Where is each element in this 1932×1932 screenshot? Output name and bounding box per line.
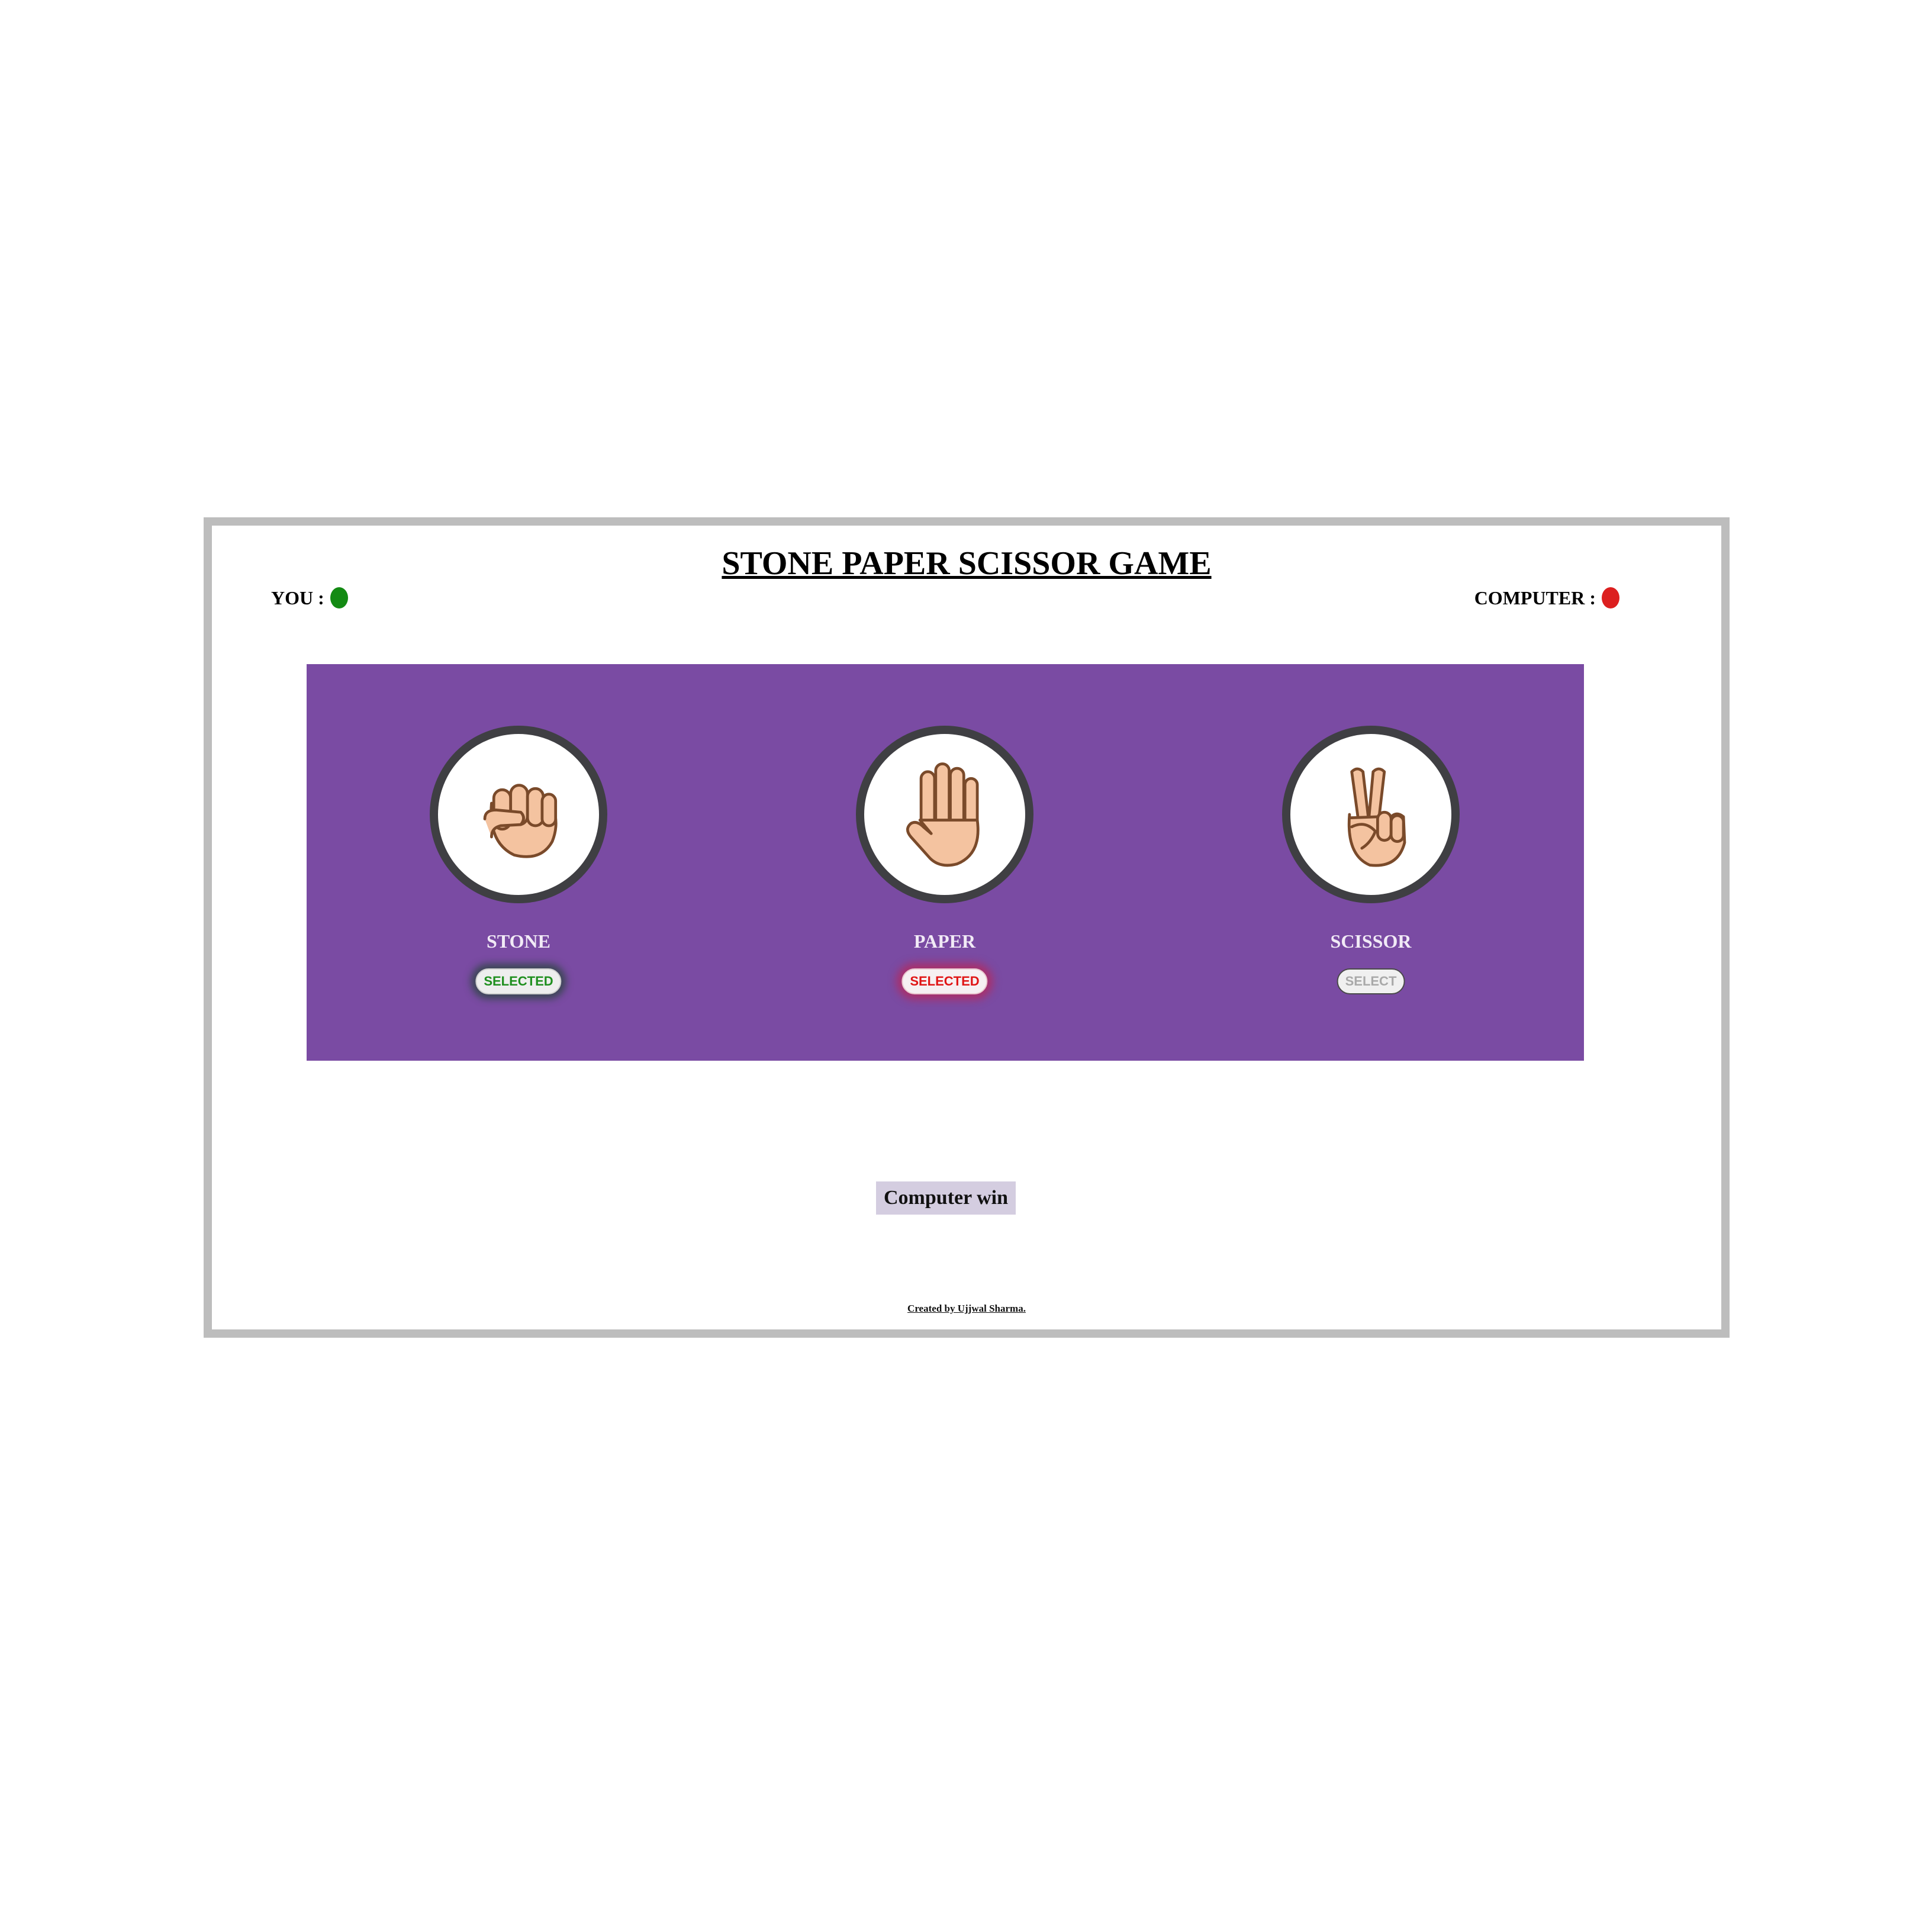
victory-hand-icon — [1347, 767, 1406, 867]
choice-stone: STONE SELECTED — [412, 664, 625, 1061]
result-message: Computer win — [876, 1181, 1016, 1215]
stone-option[interactable] — [430, 726, 607, 903]
choice-label-scissor: SCISSOR — [1330, 930, 1412, 952]
footer-credit: Created by Ujjwal Sharma. — [907, 1303, 1026, 1314]
choice-paper: PAPER SELECTED — [838, 664, 1051, 1061]
player-label: YOU : — [271, 587, 324, 608]
open-hand-icon — [906, 762, 980, 867]
computer-indicator-dot — [1602, 587, 1619, 608]
choice-label-stone: STONE — [487, 930, 550, 952]
stone-select-button[interactable]: SELECTED — [475, 968, 562, 994]
player-score: YOU : — [271, 587, 348, 608]
game-frame: STONE PAPER SCISSOR GAME YOU : COMPUTER … — [204, 517, 1730, 1338]
paper-option[interactable] — [856, 726, 1033, 903]
paper-select-button[interactable]: SELECTED — [901, 968, 988, 994]
choice-label-paper: PAPER — [913, 930, 976, 952]
choices-panel: STONE SELECTED PAPER SELECTED SCISSOR SE… — [307, 664, 1584, 1061]
player-indicator-dot — [330, 587, 348, 608]
choice-scissor: SCISSOR SELECT — [1264, 664, 1477, 1061]
scissor-option[interactable] — [1282, 726, 1460, 903]
computer-score: COMPUTER : — [1474, 587, 1619, 608]
scissor-select-button[interactable]: SELECT — [1337, 968, 1405, 994]
computer-label: COMPUTER : — [1474, 587, 1596, 608]
page-title: STONE PAPER SCISSOR GAME — [722, 545, 1212, 582]
fist-hand-icon — [483, 784, 558, 858]
